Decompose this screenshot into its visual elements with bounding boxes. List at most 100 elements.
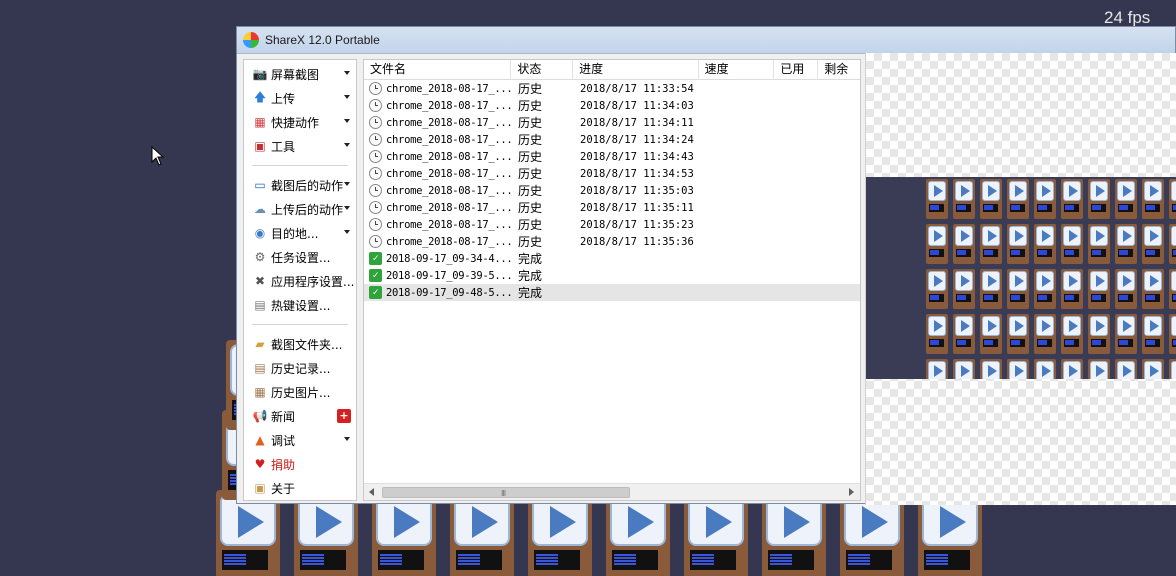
preview-thumbnail [866, 177, 1176, 379]
list-rows: chrome_2018-08-17_... 历史 2018/8/17 11:33:5… [364, 80, 860, 301]
menu-item-label: 上传 [271, 91, 296, 106]
filename-text: chrome_2018-08-17_... [386, 99, 512, 112]
menu-item-label: 调试 [271, 433, 296, 448]
cell-status: 历史 [518, 235, 543, 249]
menu-item-5[interactable]: ☁ 上传后的动作 [244, 197, 356, 221]
cell-progress: 2018/8/17 11:35:11 [580, 201, 694, 214]
table-row[interactable]: chrome_2018-08-17_... 历史 2018/8/17 11:35:2… [364, 216, 860, 233]
column-header-elapsed[interactable]: 已用 [774, 60, 819, 80]
column-header-remaining[interactable]: 剩余 [818, 60, 860, 80]
cell-status: 历史 [518, 99, 543, 113]
clock-icon [369, 184, 382, 197]
scroll-left-arrow-icon[interactable] [369, 488, 374, 496]
cell-filename: ✓ 2018-09-17_09-48-5... [364, 286, 512, 299]
folder-icon: ▰ [255, 337, 265, 351]
fps-counter: 24 fps [1104, 8, 1151, 27]
sharex-window: ShareX 12.0 Portable 📷 屏幕截图 🡅 上传 ▦ 快捷动作 ▣ 工具 ▭ 截图… [236, 26, 1176, 505]
main-menu: 📷 屏幕截图 🡅 上传 ▦ 快捷动作 ▣ 工具 ▭ 截图后的动作 ☁ 上传后的动作 ◉ 目的地... ⚙ 任务… [243, 59, 357, 501]
preview-tile [1115, 269, 1137, 309]
preview-tile [980, 269, 1002, 309]
clock-icon [369, 201, 382, 214]
scroll-right-arrow-icon[interactable] [849, 488, 854, 496]
menu-item-14[interactable]: ▲ 调试 [244, 428, 356, 452]
cell-filename: chrome_2018-08-17_... [364, 201, 512, 214]
menu-item-6[interactable]: ◉ 目的地... [244, 221, 356, 245]
table-row[interactable]: chrome_2018-08-17_... 历史 2018/8/17 11:35:0… [364, 182, 860, 199]
table-row[interactable]: chrome_2018-08-17_... 历史 2018/8/17 11:35:3… [364, 233, 860, 250]
cell-status: 历史 [518, 82, 543, 96]
filename-text: chrome_2018-08-17_... [386, 235, 512, 248]
column-header-progress[interactable]: 进度 [573, 60, 699, 80]
preview-tile [1061, 359, 1083, 379]
table-row[interactable]: ✓ 2018-09-17_09-39-5... 完成 [364, 267, 860, 284]
menu-item-9[interactable]: ▤ 热键设置... [244, 293, 356, 317]
upload-arrow-icon: 🡅 [253, 89, 267, 104]
menu-item-label: 任务设置... [271, 250, 331, 265]
cell-status: 历史 [518, 201, 543, 215]
menu-item-10[interactable]: ▰ 截图文件夹... [244, 332, 356, 356]
dropdown-arrow-icon [344, 71, 350, 75]
cell-status: 历史 [518, 184, 543, 198]
menu-item-4[interactable]: ▭ 截图后的动作 [244, 173, 356, 197]
cell-filename: ✓ 2018-09-17_09-34-4... [364, 252, 512, 265]
title-bar[interactable]: ShareX 12.0 Portable [237, 27, 1175, 54]
preview-tile [926, 224, 948, 264]
table-row[interactable]: chrome_2018-08-17_... 历史 2018/8/17 11:34:2… [364, 131, 860, 148]
preview-tile [1007, 224, 1029, 264]
preview-tile [1088, 224, 1110, 264]
menu-item-label: 历史记录... [271, 361, 331, 376]
table-row[interactable]: chrome_2018-08-17_... 历史 2018/8/17 11:34:1… [364, 114, 860, 131]
table-row[interactable]: chrome_2018-08-17_... 历史 2018/8/17 11:34:0… [364, 97, 860, 114]
menu-item-7[interactable]: ⚙ 任务设置... [244, 245, 356, 269]
preview-tile [1034, 179, 1056, 219]
filename-text: chrome_2018-08-17_... [386, 133, 512, 146]
table-row[interactable]: ✓ 2018-09-17_09-34-4... 完成 [364, 250, 860, 267]
table-row[interactable]: chrome_2018-08-17_... 历史 2018/8/17 11:34:4… [364, 148, 860, 165]
menu-item-8[interactable]: ✖ 应用程序设置... [244, 269, 356, 293]
table-row[interactable]: ✓ 2018-09-17_09-48-5... 完成 [364, 284, 860, 301]
scrollbar-thumb[interactable]: III [382, 487, 630, 498]
menu-item-16[interactable]: ▣ 关于 [244, 476, 356, 500]
keyboard-icon: ▤ [254, 298, 266, 312]
dropdown-arrow-icon [344, 230, 350, 234]
window-title: ShareX 12.0 Portable [265, 33, 380, 47]
cell-filename: chrome_2018-08-17_... [364, 167, 512, 180]
column-header-status[interactable]: 状态 [511, 60, 574, 80]
cell-progress: 2018/8/17 11:35:03 [580, 184, 694, 197]
clock-icon [369, 99, 382, 112]
cell-progress: 2018/8/17 11:34:24 [580, 133, 694, 146]
menu-item-15[interactable]: ♥ 捐助 [244, 452, 356, 476]
menu-item-1[interactable]: 🡅 上传 [244, 86, 356, 110]
clock-icon [369, 133, 382, 146]
preview-tile [1007, 359, 1029, 379]
cell-filename: chrome_2018-08-17_... [364, 82, 512, 95]
column-header-filename[interactable]: 文件名 [364, 60, 512, 80]
filename-text: 2018-09-17_09-48-5... [386, 286, 512, 299]
clock-icon [369, 82, 382, 95]
menu-item-label: 工具 [271, 139, 296, 154]
preview-tile [953, 269, 975, 309]
menu-item-0[interactable]: 📷 屏幕截图 [244, 62, 356, 86]
cell-progress: 2018/8/17 11:34:53 [580, 167, 694, 180]
table-row[interactable]: chrome_2018-08-17_... 历史 2018/8/17 11:34:5… [364, 165, 860, 182]
filename-text: chrome_2018-08-17_... [386, 218, 512, 231]
menu-item-13[interactable]: 📢 新闻 + [244, 404, 356, 428]
table-row[interactable]: chrome_2018-08-17_... 历史 2018/8/17 11:35:1… [364, 199, 860, 216]
cell-progress: 2018/8/17 11:35:23 [580, 218, 694, 231]
monitor-icon: ▭ [254, 178, 266, 192]
menu-item-3[interactable]: ▣ 工具 [244, 134, 356, 158]
menu-item-label: 历史图片... [271, 385, 331, 400]
globe-icon: ◉ [254, 226, 266, 240]
preview-tile [1088, 269, 1110, 309]
table-row[interactable]: chrome_2018-08-17_... 历史 2018/8/17 11:33:5… [364, 80, 860, 97]
column-header-speed[interactable]: 速度 [699, 60, 775, 80]
image-preview [865, 53, 1176, 505]
menu-item-12[interactable]: ▦ 历史图片... [244, 380, 356, 404]
preview-tile [926, 314, 948, 354]
menu-item-11[interactable]: ▤ 历史记录... [244, 356, 356, 380]
filename-text: chrome_2018-08-17_... [386, 167, 512, 180]
preview-tile [1142, 179, 1164, 219]
horizontal-scrollbar[interactable]: III [364, 483, 860, 500]
menu-item-2[interactable]: ▦ 快捷动作 [244, 110, 356, 134]
preview-tile [1142, 224, 1164, 264]
